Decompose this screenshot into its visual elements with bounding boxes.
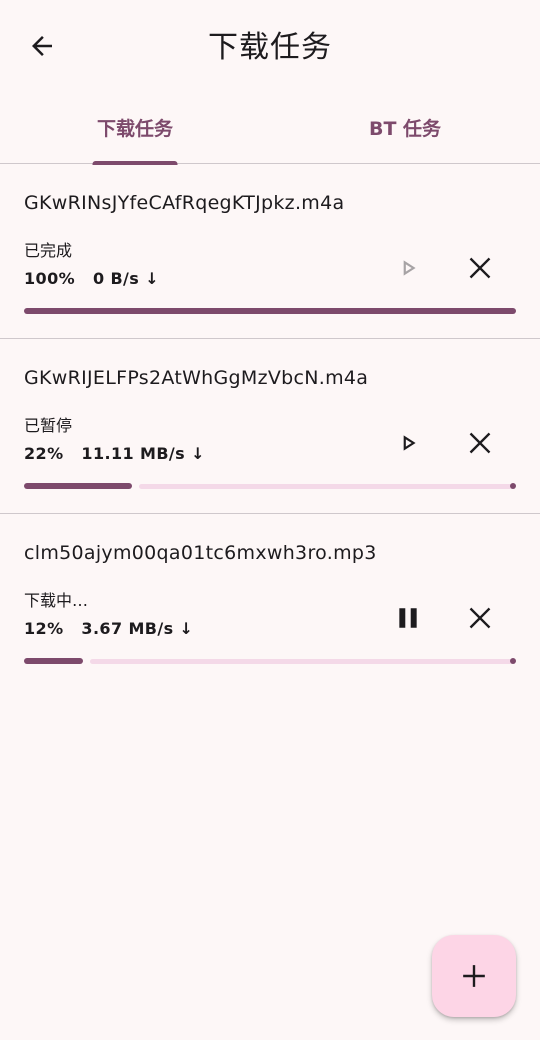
tab-bt-tasks[interactable]: BT 任务 <box>270 92 540 163</box>
task-status: 已暂停 <box>24 416 73 435</box>
progress-fill <box>24 658 83 664</box>
pause-icon <box>399 608 417 628</box>
close-icon <box>469 257 491 279</box>
task-percent: 12% <box>24 619 64 638</box>
task-filename: GKwRINsJYfeCAfRqegKTJpkz.m4a <box>24 192 345 214</box>
task-stats: 12% 3.67 MB/s ↓ <box>24 619 193 638</box>
task-stats: 100% 0 B/s ↓ <box>24 269 159 288</box>
tab-bar: 下载任务 BT 任务 <box>0 92 540 165</box>
play-icon <box>403 260 416 276</box>
progress-track <box>90 659 513 664</box>
progress-bar <box>24 658 516 664</box>
task-percent: 100% <box>24 269 76 288</box>
tab-label: BT 任务 <box>368 118 442 140</box>
download-arrow-icon: ↓ <box>191 444 205 463</box>
progress-end-dot <box>510 483 516 489</box>
task-list: GKwRINsJYfeCAfRqegKTJpkz.m4a 已完成 100% 0 … <box>0 164 540 689</box>
task-speed: 3.67 MB/s <box>81 619 174 638</box>
task-speed: 11.11 MB/s <box>81 444 186 463</box>
add-task-button[interactable] <box>432 935 516 1017</box>
task-percent: 22% <box>24 444 64 463</box>
progress-end-dot <box>510 658 516 664</box>
progress-fill <box>24 308 516 314</box>
task-speed: 0 B/s <box>92 269 140 288</box>
progress-bar <box>24 308 516 314</box>
close-icon <box>469 432 491 454</box>
progress-track <box>139 484 513 489</box>
resume-button[interactable] <box>386 421 430 465</box>
task-filename: clm50ajym00qa01tc6mxwh3ro.mp3 <box>24 542 377 564</box>
progress-fill <box>24 483 132 489</box>
pause-button[interactable] <box>386 596 430 640</box>
download-tasks-screen: 下载任务 下载任务 BT 任务 GKwRINsJYfeCAfRqegKTJpkz… <box>0 0 540 1040</box>
close-icon <box>469 607 491 629</box>
app-bar: 下载任务 <box>0 0 540 92</box>
task-status: 已完成 <box>24 241 73 260</box>
play-button[interactable] <box>386 246 430 290</box>
cancel-task-button[interactable] <box>458 421 502 465</box>
task-item[interactable]: GKwRIJELFPs2AtWhGgMzVbcN.m4a 已暂停 22% 11.… <box>0 339 540 514</box>
progress-bar <box>24 483 516 489</box>
task-status: 下载中… <box>24 591 89 610</box>
play-icon <box>403 435 416 451</box>
tab-download-tasks[interactable]: 下载任务 <box>0 92 270 165</box>
plus-icon <box>463 965 485 987</box>
task-item[interactable]: clm50ajym00qa01tc6mxwh3ro.mp3 下载中… 12% 3… <box>0 514 540 689</box>
download-arrow-icon: ↓ <box>179 619 194 638</box>
task-item[interactable]: GKwRINsJYfeCAfRqegKTJpkz.m4a 已完成 100% 0 … <box>0 164 540 339</box>
download-arrow-icon: ↓ <box>145 269 160 288</box>
tab-label: 下载任务 <box>96 118 173 140</box>
cancel-task-button[interactable] <box>458 246 502 290</box>
task-filename: GKwRIJELFPs2AtWhGgMzVbcN.m4a <box>24 367 369 389</box>
task-stats: 22% 11.11 MB/s ↓ <box>24 444 205 463</box>
page-title: 下载任务 <box>208 30 332 65</box>
cancel-task-button[interactable] <box>458 596 502 640</box>
